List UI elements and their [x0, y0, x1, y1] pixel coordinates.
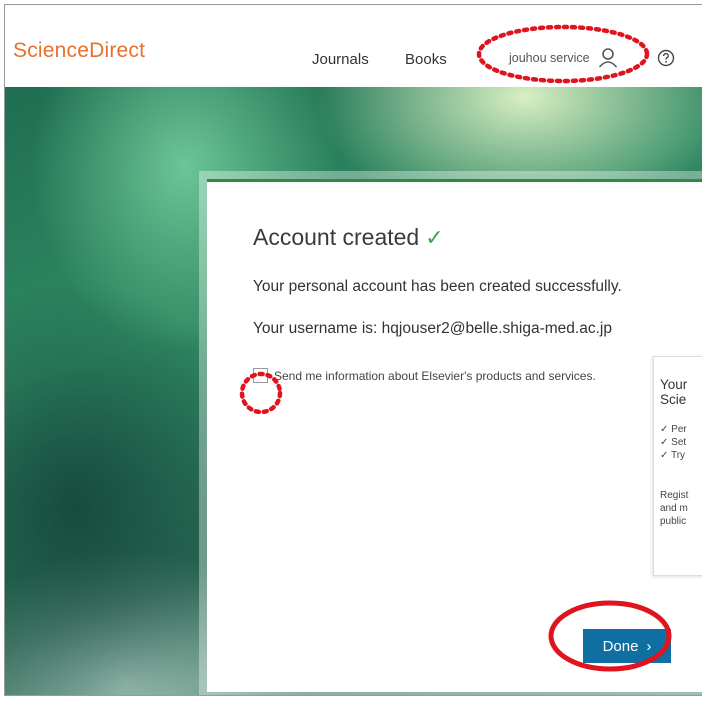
side-benefit-item: ✓ Try	[660, 450, 686, 461]
browser-frame: ScienceDirect Journals Books jouhou serv…	[4, 4, 702, 696]
user-menu-highlight	[475, 23, 651, 85]
side-panel-text: Regist and m public	[660, 489, 688, 528]
side-benefit-item: ✓ Per	[660, 424, 687, 435]
success-message: Your personal account has been created s…	[253, 278, 622, 295]
side-panel-title: Your Scie	[660, 377, 687, 407]
help-circle-icon[interactable]	[657, 49, 675, 67]
opt-in-row: Send me information about Elsevier's pro…	[253, 368, 596, 383]
nav-books-link[interactable]: Books	[405, 51, 447, 68]
success-check-icon: ✓	[425, 224, 444, 250]
side-title-line: Your	[660, 377, 688, 392]
side-text-line: public	[660, 516, 687, 527]
checkbox-highlight	[237, 369, 285, 417]
side-text-line: and m	[660, 503, 688, 514]
sciencedirect-logo[interactable]: ScienceDirect	[13, 39, 145, 63]
side-benefit-item: ✓ Set	[660, 437, 687, 448]
side-text-line: Regist	[660, 490, 689, 501]
dialog-title: Account created	[253, 224, 420, 250]
side-benefit-list: ✓ Per ✓ Set ✓ Try	[660, 423, 687, 462]
side-title-line: Scie	[660, 392, 687, 407]
dialog-title-row: Account created ✓	[253, 224, 444, 251]
nav-journals-link[interactable]: Journals	[312, 51, 369, 68]
side-info-panel: Your Scie ✓ Per ✓ Set ✓ Try Regist and m…	[653, 356, 702, 576]
opt-in-label[interactable]: Send me information about Elsevier's pro…	[274, 369, 596, 383]
done-button-highlight	[545, 597, 675, 675]
username-line: Your username is: hqjouser2@belle.shiga-…	[253, 320, 612, 337]
